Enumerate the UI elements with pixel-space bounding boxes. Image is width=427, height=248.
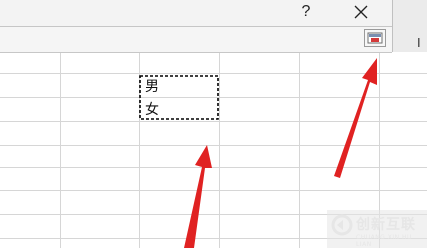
watermark-subtitle: CHUANG XIN HU LIAN	[356, 234, 412, 248]
help-button[interactable]: ?	[298, 2, 314, 22]
adjacent-window-edge	[392, 0, 427, 52]
dialog-title-bar	[0, 0, 392, 27]
watermark-logo-icon	[331, 214, 353, 236]
cell-value-2[interactable]: 女	[145, 99, 159, 119]
close-button[interactable]	[350, 2, 372, 22]
cell-value-1[interactable]: 男	[145, 76, 159, 96]
dialog-divider	[0, 26, 427, 27]
adjacent-window-glyph: I	[417, 35, 421, 50]
watermark-title: 创新互联	[356, 217, 416, 233]
collapse-dialog-icon	[367, 32, 383, 44]
collapse-dialog-button[interactable]	[364, 29, 386, 47]
dialog-reference-bar	[0, 27, 392, 53]
close-icon	[354, 5, 368, 19]
